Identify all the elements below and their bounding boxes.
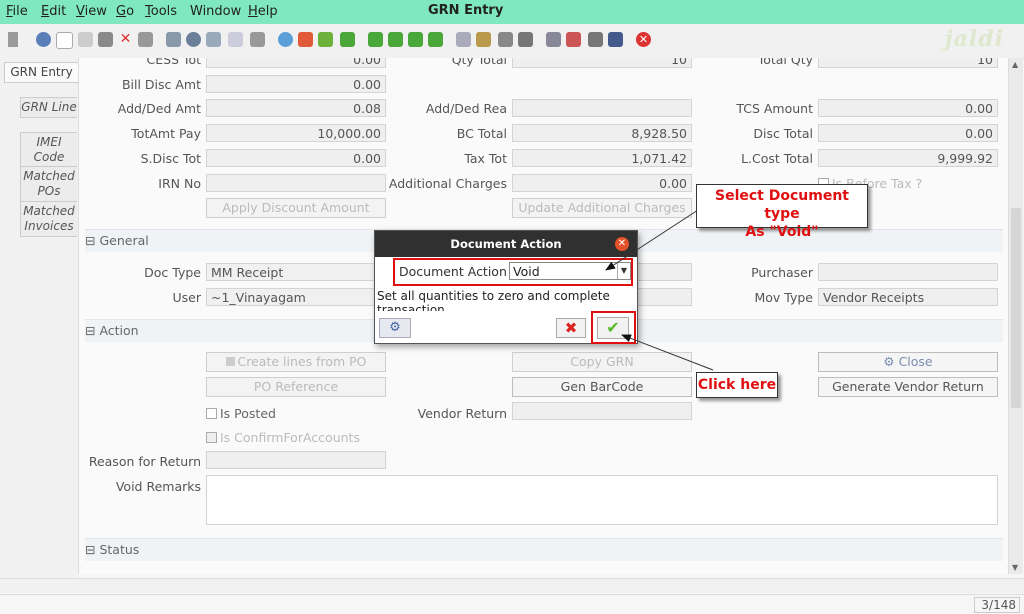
callout-click-here: Click here: [696, 372, 778, 398]
callout-select-line2: As "Void": [745, 224, 819, 240]
callout-select-document-type: Select Document type As "Void": [696, 184, 868, 240]
arrow-to-ok: [621, 334, 714, 371]
arrow-to-select: [605, 209, 699, 271]
callout-select-line1: Select Document type: [715, 188, 849, 222]
annotation-arrows: [605, 209, 714, 371]
